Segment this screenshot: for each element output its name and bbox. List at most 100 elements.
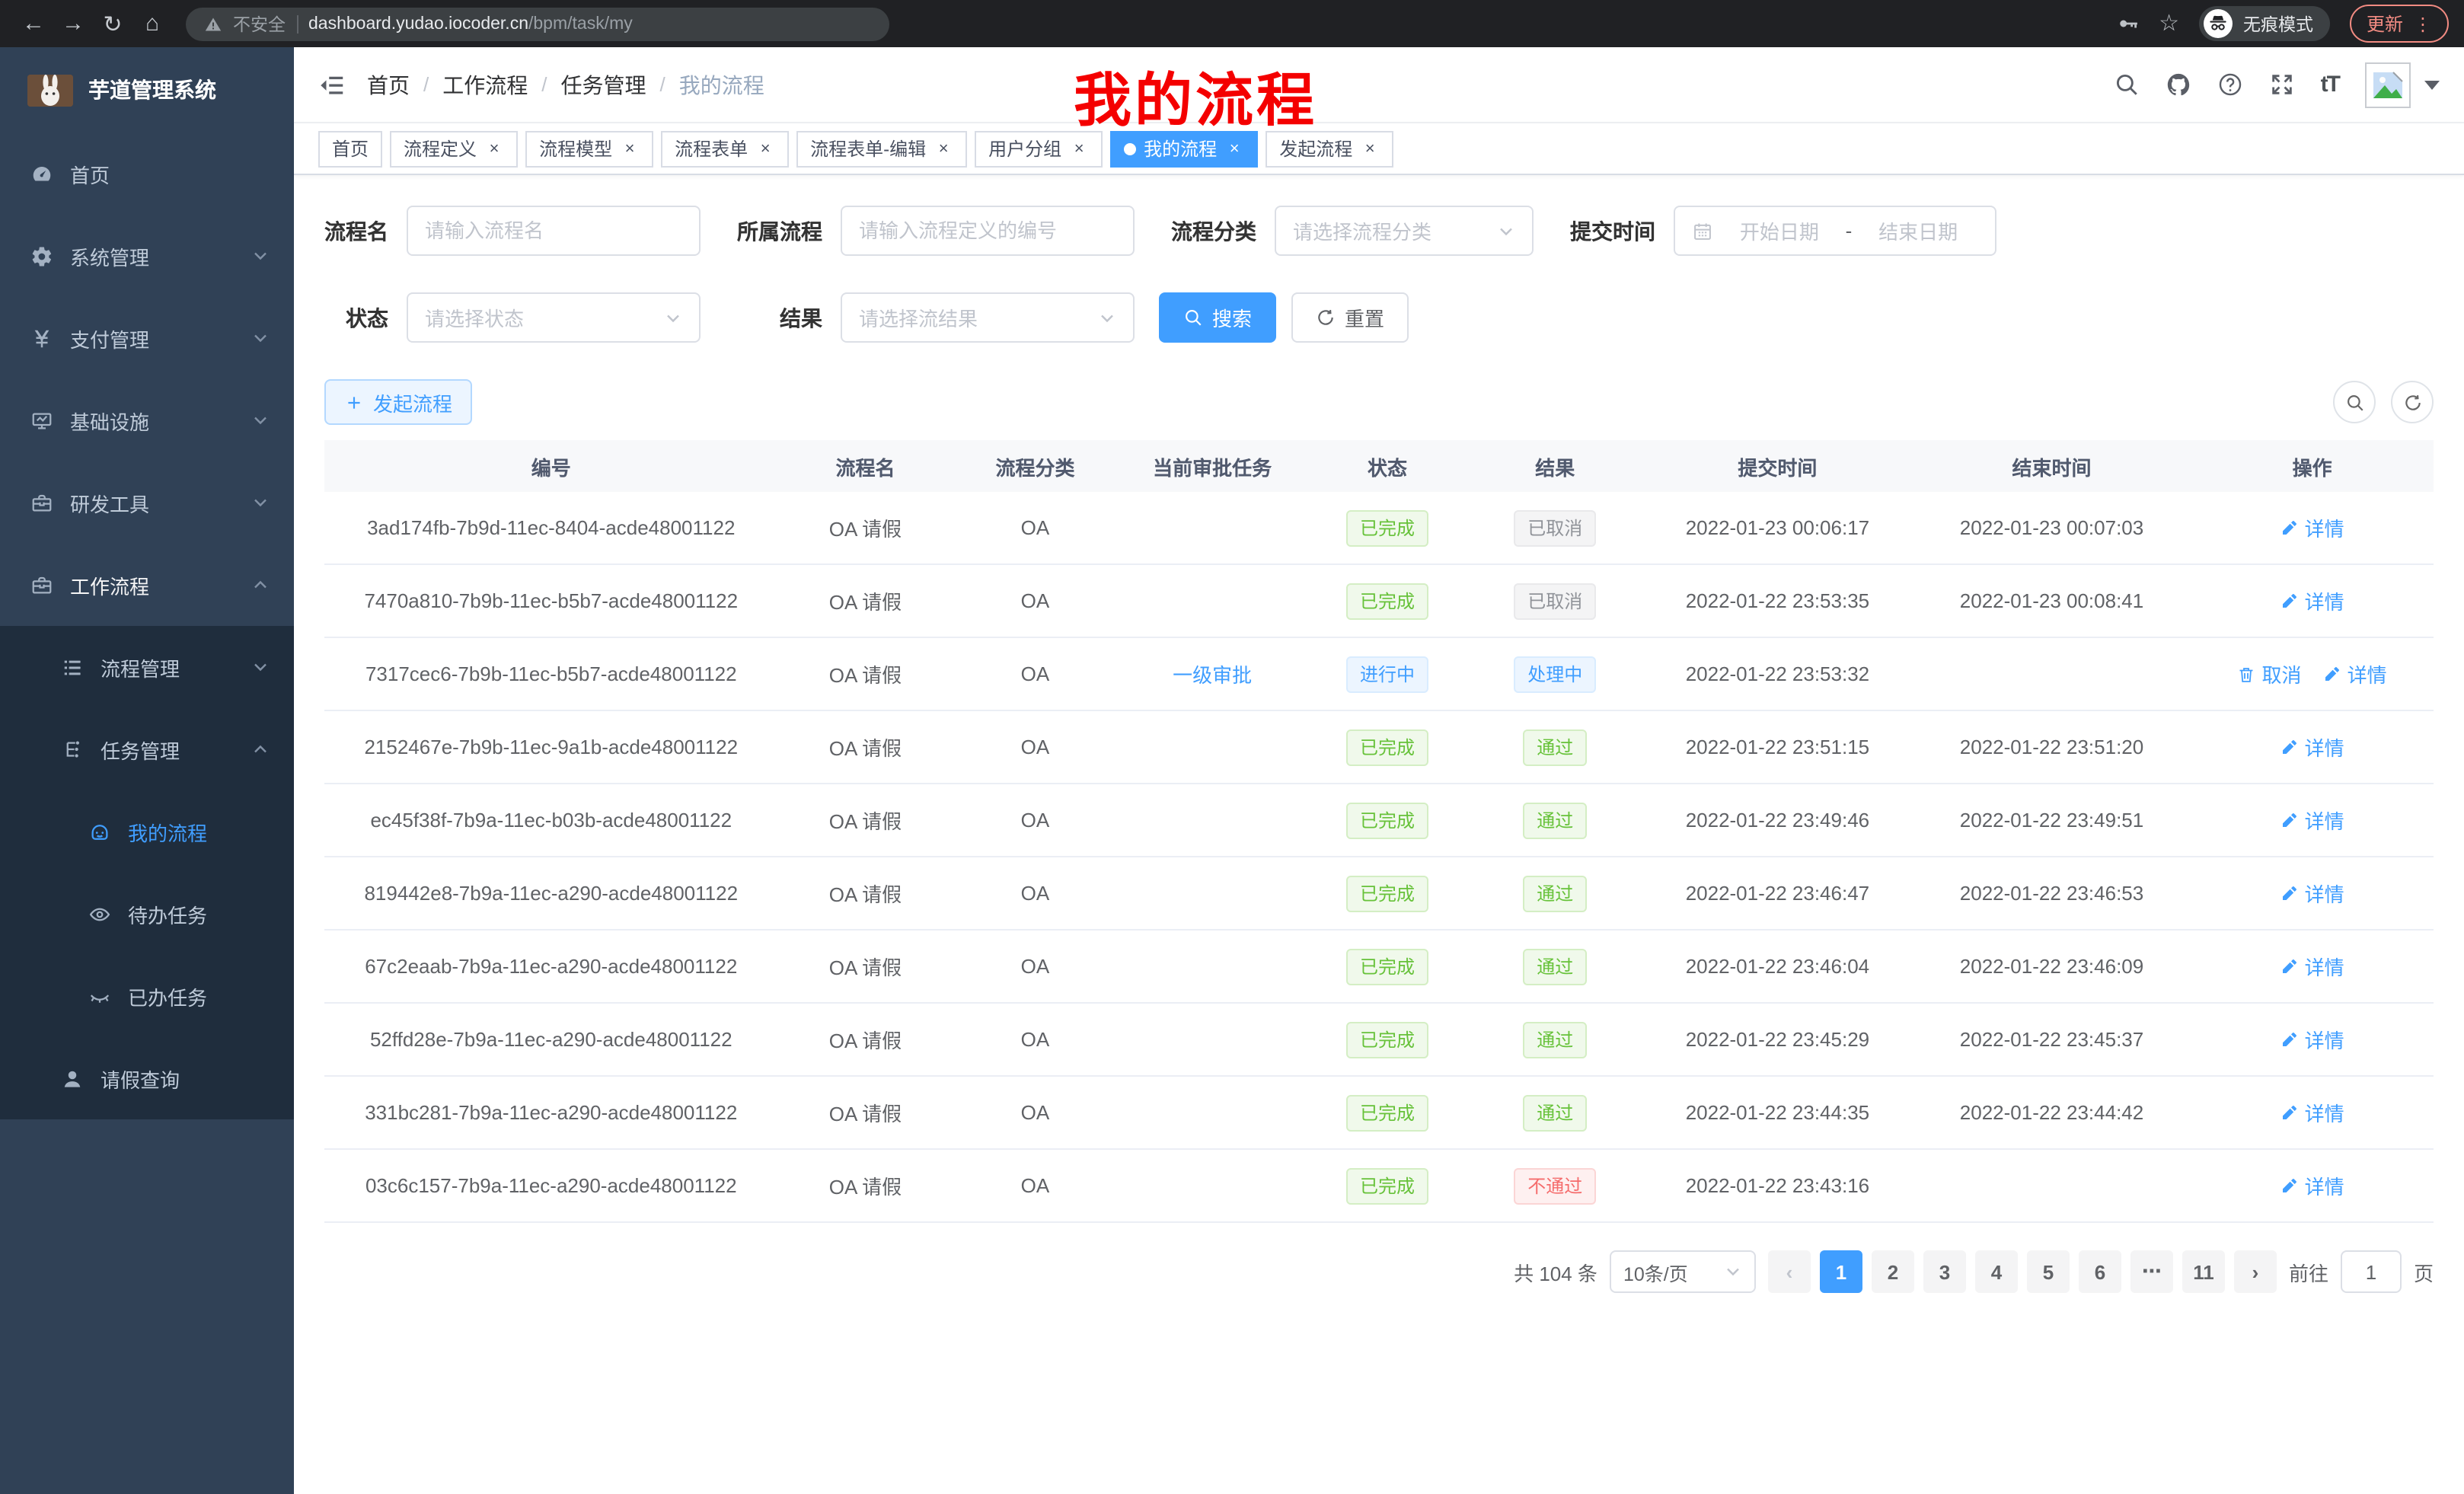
- show-search-button[interactable]: [2333, 381, 2376, 423]
- sidebar-item-leave-query[interactable]: 请假查询: [0, 1037, 294, 1119]
- github-icon[interactable]: [2166, 72, 2191, 97]
- detail-action-link[interactable]: 详情: [2280, 586, 2344, 615]
- sidebar-item-process-mgmt[interactable]: 流程管理: [0, 626, 294, 708]
- sidebar-item-infra[interactable]: 基础设施: [0, 379, 294, 461]
- sidebar-collapse-icon[interactable]: [318, 71, 346, 98]
- current-task-link[interactable]: 一级审批: [1173, 664, 1252, 687]
- tab-process-model[interactable]: 流程模型×: [525, 130, 653, 167]
- close-icon[interactable]: ×: [620, 139, 640, 158]
- close-icon[interactable]: ×: [1069, 139, 1089, 158]
- column-header: 结果: [1467, 452, 1642, 480]
- tab-process-definition[interactable]: 流程定义×: [390, 130, 518, 167]
- result-select[interactable]: 请选择流结果: [841, 292, 1135, 343]
- sidebar-item-workflow[interactable]: 工作流程: [0, 544, 294, 626]
- tab-user-group[interactable]: 用户分组×: [975, 130, 1103, 167]
- close-icon[interactable]: ×: [1360, 139, 1380, 158]
- cell-status: 已完成: [1307, 1167, 1468, 1204]
- page-11-button[interactable]: 11: [2182, 1250, 2225, 1293]
- goto-page-input[interactable]: [2341, 1250, 2402, 1293]
- sidebar-item-payment[interactable]: 支付管理: [0, 297, 294, 379]
- tab-my-process[interactable]: 我的流程×: [1110, 130, 1258, 167]
- address-bar[interactable]: 不安全 dashboard.yudao.iocoder.cn/bpm/task/…: [186, 7, 889, 40]
- tab-home[interactable]: 首页: [318, 130, 382, 167]
- reset-button[interactable]: 重置: [1291, 292, 1409, 343]
- browser-forward-button[interactable]: →: [55, 5, 91, 42]
- table-row: 67c2eaab-7b9a-11ec-a290-acde48001122OA 请…: [324, 931, 2434, 1004]
- action-label: 详情: [2305, 879, 2344, 908]
- page-2-button[interactable]: 2: [1872, 1250, 1914, 1293]
- tab-start-process[interactable]: 发起流程×: [1266, 130, 1393, 167]
- detail-action-link[interactable]: 详情: [2280, 1171, 2344, 1200]
- tab-process-form[interactable]: 流程表单×: [661, 130, 789, 167]
- result-badge: 通过: [1523, 1094, 1587, 1131]
- page-size-select[interactable]: 10条/页: [1610, 1250, 1756, 1293]
- cell-submit-time: 2022-01-22 23:45:29: [1642, 1028, 1913, 1051]
- total-count: 共 104 条: [1514, 1257, 1597, 1286]
- detail-action-link[interactable]: 详情: [2280, 952, 2344, 981]
- browser-back-button[interactable]: ←: [15, 5, 52, 42]
- detail-action-link[interactable]: 详情: [2280, 733, 2344, 761]
- cell-id: 03c6c157-7b9a-11ec-a290-acde48001122: [324, 1174, 778, 1197]
- page-6-button[interactable]: 6: [2079, 1250, 2121, 1293]
- close-icon[interactable]: ×: [755, 139, 775, 158]
- status-select[interactable]: 请选择状态: [407, 292, 701, 343]
- app-logo: [27, 74, 73, 106]
- page-1-button[interactable]: 1: [1820, 1250, 1862, 1293]
- search-button[interactable]: 搜索: [1159, 292, 1276, 343]
- process-definition-input[interactable]: [841, 206, 1135, 256]
- sidebar-item-todo-task[interactable]: 待办任务: [0, 873, 294, 955]
- process-definition-label: 所属流程: [737, 215, 822, 246]
- help-icon[interactable]: [2217, 72, 2243, 97]
- table-body: 3ad174fb-7b9d-11ec-8404-acde48001122OA 请…: [324, 492, 2434, 1223]
- result-badge: 不通过: [1514, 1167, 1596, 1204]
- sidebar-item-done-task[interactable]: 已办任务: [0, 955, 294, 1037]
- table-row: 03c6c157-7b9a-11ec-a290-acde48001122OA 请…: [324, 1150, 2434, 1223]
- breadcrumb-item[interactable]: 任务管理: [561, 69, 646, 100]
- close-icon[interactable]: ×: [1224, 139, 1244, 158]
- fullscreen-icon[interactable]: [2269, 72, 2295, 97]
- top-navbar: 首页/工作流程/任务管理/我的流程 tT: [294, 47, 2464, 123]
- font-size-icon[interactable]: tT: [2321, 72, 2339, 97]
- next-page-button[interactable]: ›: [2234, 1250, 2277, 1293]
- detail-action-link[interactable]: 详情: [2280, 1025, 2344, 1054]
- sidebar-item-my-process[interactable]: 我的流程: [0, 790, 294, 873]
- breadcrumb-item[interactable]: 工作流程: [442, 69, 528, 100]
- avatar[interactable]: [2365, 62, 2411, 107]
- prev-page-button[interactable]: ‹: [1768, 1250, 1811, 1293]
- start-process-button[interactable]: 发起流程: [324, 379, 472, 425]
- sidebar-item-home[interactable]: 首页: [0, 132, 294, 215]
- browser-update-button[interactable]: 更新 ⋮: [2350, 5, 2449, 43]
- cancel-action-link[interactable]: 取消: [2238, 659, 2302, 688]
- detail-action-link[interactable]: 详情: [2323, 659, 2387, 688]
- avatar-caret-icon[interactable]: [2424, 80, 2440, 89]
- search-icon[interactable]: [2114, 72, 2140, 97]
- sidebar-item-system[interactable]: 系统管理: [0, 215, 294, 297]
- refresh-table-button[interactable]: [2391, 381, 2434, 423]
- breadcrumb-item[interactable]: 首页: [367, 69, 410, 100]
- close-icon[interactable]: ×: [484, 139, 504, 158]
- process-name-input[interactable]: [407, 206, 701, 256]
- detail-action-link[interactable]: 详情: [2280, 879, 2344, 908]
- sidebar-item-task-mgmt[interactable]: 任务管理: [0, 708, 294, 790]
- page-5-button[interactable]: 5: [2027, 1250, 2070, 1293]
- cell-category: OA: [953, 1028, 1117, 1051]
- menu-dots-icon[interactable]: ⋮: [2414, 13, 2432, 34]
- detail-action-link[interactable]: 详情: [2280, 513, 2344, 542]
- browser-home-button[interactable]: ⌂: [134, 5, 171, 42]
- close-icon[interactable]: ×: [934, 139, 953, 158]
- browser-reload-button[interactable]: ↻: [94, 5, 131, 42]
- tab-label: 流程表单-编辑: [810, 136, 926, 161]
- tab-process-form-edit[interactable]: 流程表单-编辑 ×: [796, 130, 967, 167]
- cell-process-name: OA 请假: [778, 659, 953, 688]
- detail-action-link[interactable]: 详情: [2280, 806, 2344, 835]
- detail-action-link[interactable]: 详情: [2280, 1098, 2344, 1127]
- page-4-button[interactable]: 4: [1975, 1250, 2018, 1293]
- bookmark-star-icon[interactable]: ☆: [2159, 12, 2179, 35]
- submit-time-range-picker[interactable]: 开始日期 - 结束日期: [1674, 206, 1996, 256]
- sidebar-item-devtools[interactable]: 研发工具: [0, 461, 294, 544]
- pages-ellipsis[interactable]: ⋯: [2130, 1250, 2173, 1293]
- category-select[interactable]: 请选择流程分类: [1275, 206, 1534, 256]
- key-icon[interactable]: [2116, 12, 2139, 35]
- page-3-button[interactable]: 3: [1923, 1250, 1966, 1293]
- table-row: ec45f38f-7b9a-11ec-b03b-acde48001122OA 请…: [324, 784, 2434, 857]
